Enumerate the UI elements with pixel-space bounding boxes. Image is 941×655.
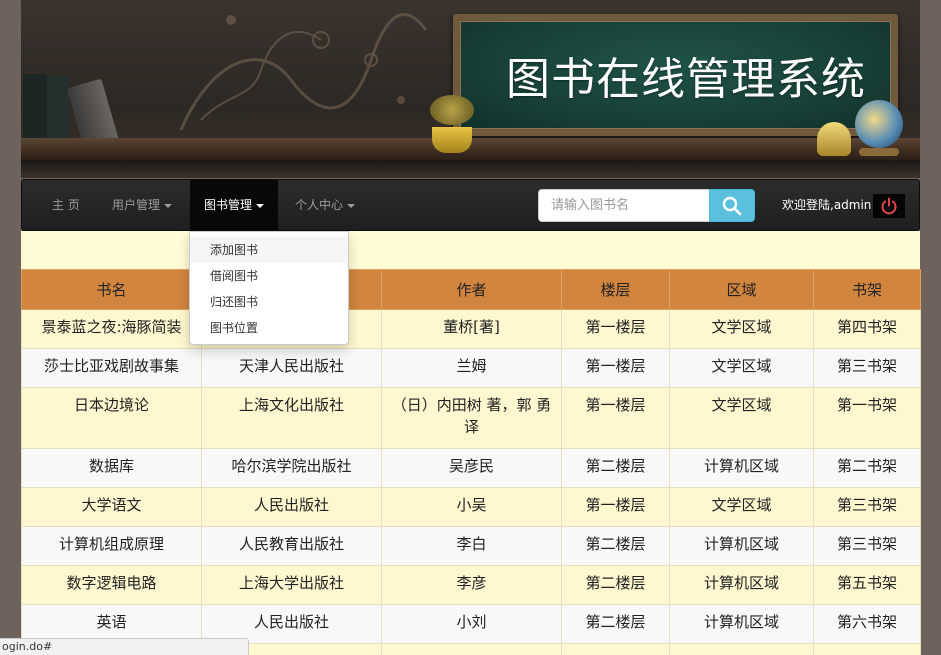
chalkboard: 图书在线管理系统	[453, 14, 898, 136]
logout-button[interactable]	[873, 194, 905, 218]
header-banner: 图书在线管理系统	[21, 0, 920, 178]
nav-personal-center[interactable]: 个人中心	[281, 180, 369, 230]
table-cell: 文学区域	[669, 309, 814, 349]
table-cell: 小吴	[381, 487, 562, 527]
column-header-shelf: 书架	[813, 269, 921, 310]
page-wrapper: 图书在线管理系统 主 页 用户管理 图书管理 个人中心 请输入图书名 欢迎登陆,…	[21, 0, 921, 655]
nav-book-management-label: 图书管理	[204, 198, 253, 212]
table-cell: 人民教育出版社	[201, 526, 382, 566]
table-cell: 景泰蓝之夜:海豚简装	[21, 309, 202, 349]
table-cell	[561, 643, 670, 655]
table-cell	[813, 643, 921, 655]
table-header-row: 书名 出版社 作者 楼层 区域 书架	[21, 269, 921, 310]
caret-down-icon	[347, 203, 356, 208]
nav-personal-center-label: 个人中心	[295, 198, 344, 212]
table-row: 数字逻辑电路 上海大学出版社 李彦 第二楼层 计算机区域 第五书架	[21, 565, 921, 605]
plant-decoration	[426, 95, 476, 157]
nav-home-label: 主 页	[52, 198, 80, 212]
book-table: 书名 出版社 作者 楼层 区域 书架 景泰蓝之夜:海豚简装 董桥[著] 第一楼层…	[21, 269, 921, 655]
table-cell: 第四书架	[813, 309, 921, 349]
menu-item-borrow-book[interactable]: 借阅图书	[190, 263, 348, 289]
table-cell: 计算机区域	[669, 604, 814, 644]
caret-down-icon	[164, 203, 173, 208]
table-cell: 第二书架	[813, 448, 921, 488]
table-row: 日本边境论 上海文化出版社 （日）内田树 著，郭 勇 译 第一楼层 文学区域 第…	[21, 387, 921, 449]
table-cell: 董桥[著]	[381, 309, 562, 349]
table-cell: 兰姆	[381, 348, 562, 388]
table-cell: 吴彦民	[381, 448, 562, 488]
top-navbar: 主 页 用户管理 图书管理 个人中心 欢迎登陆,admin!	[21, 179, 920, 231]
table-row: 数据库 哈尔滨学院出版社 吴彦民 第二楼层 计算机区域 第二书架	[21, 448, 921, 488]
table-cell: 第六书架	[813, 604, 921, 644]
table-cell: 第一楼层	[561, 348, 670, 388]
table-cell: 第一楼层	[561, 387, 670, 449]
table-cell: 李白	[381, 526, 562, 566]
table-cell: 第二楼层	[561, 448, 670, 488]
search-icon	[722, 196, 742, 215]
table-cell: 小刘	[381, 604, 562, 644]
menu-item-return-book[interactable]: 归还图书	[190, 289, 348, 315]
table-cell: 第一书架	[813, 387, 921, 449]
table-cell: 第三书架	[813, 526, 921, 566]
power-icon	[881, 197, 897, 215]
table-cell: 文学区域	[669, 348, 814, 388]
table-cell: 日本边境论	[21, 387, 202, 449]
table-cell: 第三书架	[813, 487, 921, 527]
table-cell: 计算机区域	[669, 565, 814, 605]
table-row: 大学语文 人民出版社 小吴 第一楼层 文学区域 第三书架	[21, 487, 921, 527]
table-cell: 第五书架	[813, 565, 921, 605]
bell-decoration	[817, 122, 851, 156]
nav-user-management[interactable]: 用户管理	[98, 180, 186, 230]
table-cell: 李彦	[381, 565, 562, 605]
table-cell: 第二楼层	[561, 604, 670, 644]
menu-item-add-book[interactable]: 添加图书	[190, 237, 348, 263]
table-cell: 人民出版社	[201, 487, 382, 527]
table-cell: 上海大学出版社	[201, 565, 382, 605]
table-cell: 第二楼层	[561, 565, 670, 605]
column-header-author: 作者	[381, 269, 562, 310]
menu-item-book-location[interactable]: 图书位置	[190, 315, 348, 341]
table-cell: （日）内田树 著，郭 勇 译	[381, 387, 562, 449]
table-cell: 天津人民出版社	[201, 348, 382, 388]
nav-user-management-label: 用户管理	[112, 198, 161, 212]
table-cell: 第一楼层	[561, 309, 670, 349]
welcome-text: 欢迎登陆,admin!	[782, 198, 877, 212]
table-cell: 上海文化出版社	[201, 387, 382, 449]
table-cell: 哈尔滨学院出版社	[201, 448, 382, 488]
nav-home[interactable]: 主 页	[38, 180, 94, 230]
search-button[interactable]	[709, 189, 755, 222]
table-cell: 数字逻辑电路	[21, 565, 202, 605]
table-cell: 第三书架	[813, 348, 921, 388]
table-cell	[381, 643, 562, 655]
table-cell	[669, 643, 814, 655]
nav-book-management[interactable]: 图书管理	[190, 180, 279, 230]
table-cell: 文学区域	[669, 487, 814, 527]
main-content: 书名 出版社 作者 楼层 区域 书架 景泰蓝之夜:海豚简装 董桥[著] 第一楼层…	[21, 231, 921, 655]
globe-decoration	[849, 100, 909, 158]
table-cell: 莎士比亚戏剧故事集	[21, 348, 202, 388]
column-header-area: 区域	[669, 269, 814, 310]
table-row: 景泰蓝之夜:海豚简装 董桥[著] 第一楼层 文学区域 第四书架	[21, 309, 921, 349]
table-cell: 文学区域	[669, 387, 814, 449]
browser-status-bar: ogin.do#	[0, 638, 249, 655]
book-search-input[interactable]	[538, 189, 710, 222]
table-row: 莎士比亚戏剧故事集 天津人民出版社 兰姆 第一楼层 文学区域 第三书架	[21, 348, 921, 388]
site-title: 图书在线管理系统	[506, 54, 866, 105]
column-header-title: 书名	[21, 269, 202, 310]
table-cell: 计算机区域	[669, 448, 814, 488]
table-cell: 第一楼层	[561, 487, 670, 527]
table-cell: 数据库	[21, 448, 202, 488]
column-header-floor: 楼层	[561, 269, 670, 310]
caret-down-icon	[256, 203, 265, 208]
table-cell: 计算机组成原理	[21, 526, 202, 566]
book-management-dropdown: 添加图书 借阅图书 归还图书 图书位置	[189, 231, 349, 345]
table-cell: 计算机区域	[669, 526, 814, 566]
table-cell: 第二楼层	[561, 526, 670, 566]
decorative-swirl	[179, 13, 428, 131]
table-row: 计算机组成原理 人民教育出版社 李白 第二楼层 计算机区域 第三书架	[21, 526, 921, 566]
table-cell: 大学语文	[21, 487, 202, 527]
